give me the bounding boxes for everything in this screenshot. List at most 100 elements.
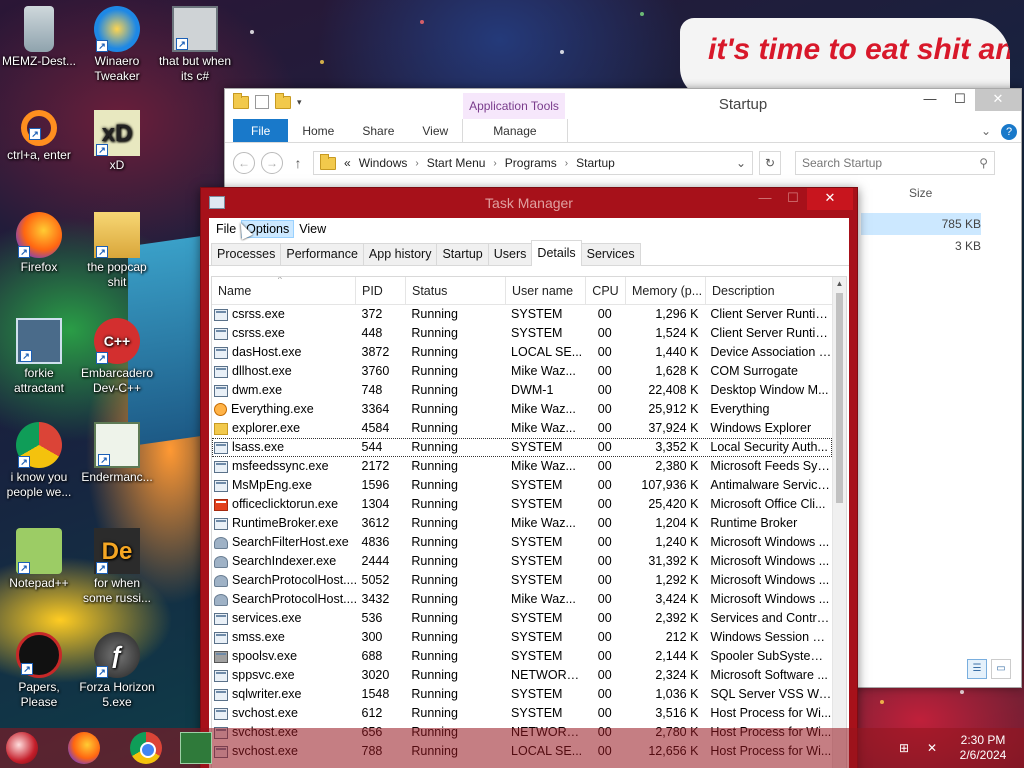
table-row[interactable]: csrss.exe 372 Running SYSTEM 00 1,296 K Client…: [212, 305, 832, 324]
explorer-titlebar[interactable]: ▾ Application Tools Startup — ☐ ✕: [225, 89, 1021, 119]
taskbar-chrome-icon[interactable]: [130, 732, 162, 764]
table-row[interactable]: RuntimeBroker.exe 3612 Running Mike Waz... 0…: [212, 514, 832, 533]
tab-services[interactable]: Services: [580, 243, 641, 265]
breadcrumb-windows[interactable]: Windows: [359, 156, 408, 170]
breadcrumb-start-menu[interactable]: Start Menu: [427, 156, 486, 170]
table-row[interactable]: MsMpEng.exe 1596 Running SYSTEM 00 107,936 K A…: [212, 476, 832, 495]
vertical-scrollbar[interactable]: ▲ ▼: [832, 277, 846, 768]
task-manager-titlebar[interactable]: Task Manager — ☐ ✕: [201, 188, 857, 218]
column-header-user-name[interactable]: User name: [506, 277, 586, 304]
minimize-button[interactable]: —: [915, 89, 945, 111]
table-row[interactable]: csrss.exe 448 Running SYSTEM 00 1,524 K Client…: [212, 324, 832, 343]
tab-manage[interactable]: Manage: [462, 119, 568, 142]
column-header-description[interactable]: Description: [706, 277, 834, 304]
column-header-memory[interactable]: Memory (p...: [626, 277, 706, 304]
desktop-icon[interactable]: ↗ Papers, Please: [0, 632, 78, 710]
table-row[interactable]: lsass.exe 544 Running SYSTEM 00 3,352 K Local …: [212, 438, 832, 457]
table-row[interactable]: Everything.exe 3364 Running Mike Waz... 00 25…: [212, 400, 832, 419]
tab-view[interactable]: View: [408, 119, 462, 142]
tab-performance[interactable]: Performance: [280, 243, 364, 265]
column-header-size[interactable]: Size: [909, 186, 932, 200]
process-name-cell: SearchIndexer.exe: [212, 552, 356, 571]
refresh-button[interactable]: ↻: [759, 151, 781, 175]
desktop-icon[interactable]: C++ ↗ Embarcadero Dev-C++: [78, 318, 156, 396]
scroll-up-icon[interactable]: ▲: [833, 277, 846, 291]
desktop-icon[interactable]: De ↗ for when some russi...: [78, 528, 156, 606]
taskbar-firefox-icon[interactable]: [68, 732, 100, 764]
chevron-down-icon[interactable]: ⌄: [736, 156, 746, 170]
table-row[interactable]: SearchFilterHost.exe 4836 Running SYSTEM 00 1…: [212, 533, 832, 552]
desktop-icon[interactable]: ↗ Notepad++: [0, 528, 78, 591]
volume-muted-icon[interactable]: ✕: [924, 741, 940, 755]
maximize-button[interactable]: ☐: [779, 188, 807, 210]
minimize-button[interactable]: —: [751, 188, 779, 210]
table-row[interactable]: services.exe 536 Running SYSTEM 00 2,392 K Ser…: [212, 609, 832, 628]
desktop-icon[interactable]: ↗ that but when its c#: [156, 6, 234, 84]
tab-app-history[interactable]: App history: [362, 243, 438, 265]
table-row[interactable]: dllhost.exe 3760 Running Mike Waz... 00 1,628…: [212, 362, 832, 381]
table-row[interactable]: sqlwriter.exe 1548 Running SYSTEM 00 1,036 K S…: [212, 685, 832, 704]
back-button[interactable]: ←: [233, 152, 255, 174]
search-input[interactable]: Search Startup ⚲: [795, 151, 995, 175]
help-icon[interactable]: ?: [997, 119, 1021, 142]
tab-details[interactable]: Details: [531, 240, 582, 266]
table-row[interactable]: sppsvc.exe 3020 Running NETWORK... 00 2,324 K…: [212, 666, 832, 685]
table-row[interactable]: spoolsv.exe 688 Running SYSTEM 00 2,144 K Spoo…: [212, 647, 832, 666]
table-row[interactable]: SearchIndexer.exe 2444 Running SYSTEM 00 31,3…: [212, 552, 832, 571]
ring-icon: ↗: [21, 110, 57, 146]
breadcrumb-root[interactable]: «: [344, 156, 351, 170]
desktop-icon[interactable]: ↗ Endermanc...: [78, 422, 156, 485]
up-button[interactable]: ↑: [289, 155, 307, 171]
column-header-pid[interactable]: PID: [356, 277, 406, 304]
tab-share[interactable]: Share: [348, 119, 408, 142]
desktop-icon[interactable]: MEMZ-Dest...: [0, 6, 78, 69]
details-view-icon[interactable]: ☰: [967, 659, 987, 679]
column-header-status[interactable]: Status: [406, 277, 506, 304]
desktop-icon[interactable]: ↗ Firefox: [0, 212, 78, 275]
column-header-cpu[interactable]: CPU: [586, 277, 626, 304]
expand-ribbon-icon[interactable]: ⌄: [975, 119, 997, 142]
close-button[interactable]: ✕: [975, 89, 1021, 111]
tab-home[interactable]: Home: [288, 119, 348, 142]
scrollbar-thumb[interactable]: [836, 293, 843, 503]
table-row[interactable]: explorer.exe 4584 Running Mike Waz... 00 37,9…: [212, 419, 832, 438]
desktop-icon[interactable]: ↗ forkie attractant: [0, 318, 78, 396]
forward-button[interactable]: →: [261, 152, 283, 174]
tab-file[interactable]: File: [233, 119, 289, 142]
tab-startup[interactable]: Startup: [436, 243, 489, 265]
taskbar-task-manager-icon[interactable]: [180, 732, 212, 764]
process-pid-cell: 4836: [361, 535, 390, 549]
task-manager-window[interactable]: Task Manager — ☐ ✕ File Options View Pro…: [200, 187, 858, 768]
maximize-button[interactable]: ☐: [945, 89, 975, 111]
network-icon[interactable]: ⊞: [896, 741, 912, 755]
file-size[interactable]: 3 KB: [861, 235, 981, 257]
desktop-icon[interactable]: ↗ i know you people we...: [0, 422, 78, 500]
application-icon: [214, 308, 228, 321]
desktop-icon[interactable]: ↗ the popcap shit: [78, 212, 156, 290]
close-button[interactable]: ✕: [807, 188, 853, 210]
table-row[interactable]: dwm.exe 748 Running DWM-1 00 22,408 K Desktop …: [212, 381, 832, 400]
breadcrumb-startup[interactable]: Startup: [576, 156, 615, 170]
file-size[interactable]: 785 KB: [861, 213, 981, 235]
address-bar[interactable]: « Windows › Start Menu › Programs › Star…: [313, 151, 753, 175]
column-header-name[interactable]: Name: [212, 277, 356, 304]
tab-processes[interactable]: Processes: [211, 243, 282, 265]
table-row[interactable]: officeclicktorun.exe 1304 Running SYSTEM 00 2…: [212, 495, 832, 514]
breadcrumb-programs[interactable]: Programs: [505, 156, 557, 170]
desktop-icon[interactable]: ƒ ↗ Forza Horizon 5.exe: [78, 632, 156, 710]
process-desc-cell: Client Server Runtim...: [710, 307, 832, 321]
table-row[interactable]: dasHost.exe 3872 Running LOCAL SE... 00 1,440…: [212, 343, 832, 362]
desktop-icon[interactable]: ↗ Winaero Tweaker: [78, 6, 156, 84]
table-row[interactable]: SearchProtocolHost.... 5052 Running SYSTEM 0…: [212, 571, 832, 590]
tab-users[interactable]: Users: [487, 243, 533, 265]
table-row[interactable]: smss.exe 300 Running SYSTEM 00 212 K Windows S…: [212, 628, 832, 647]
table-row[interactable]: msfeedssync.exe 2172 Running Mike Waz... 00 2…: [212, 457, 832, 476]
start-button[interactable]: [6, 732, 38, 764]
table-row[interactable]: svchost.exe 612 Running SYSTEM 00 3,516 K Host…: [212, 704, 832, 723]
desktop-icon[interactable]: ↗ ctrl+a, enter: [0, 110, 78, 163]
clock[interactable]: 2:30 PM 2/6/2024: [952, 733, 1014, 763]
large-icons-view-icon[interactable]: ▭: [991, 659, 1011, 679]
table-row[interactable]: SearchProtocolHost.... 3432 Running Mike Wa…: [212, 590, 832, 609]
desktop-icon[interactable]: xD ↗ xD: [78, 110, 156, 173]
menu-view[interactable]: View: [294, 220, 331, 238]
